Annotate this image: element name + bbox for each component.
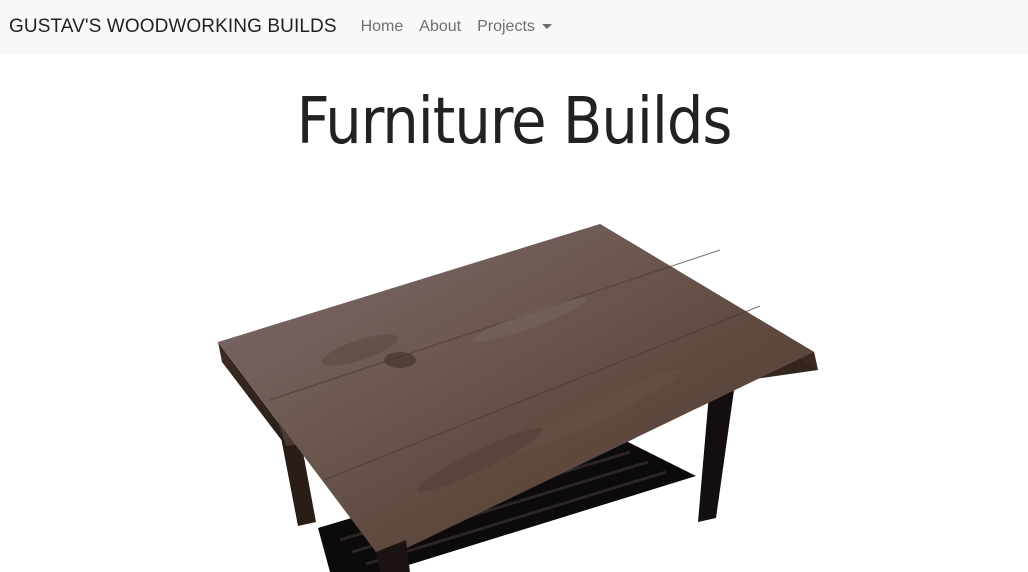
coffee-table-image [218,224,818,572]
nav-link-about[interactable]: About [419,18,461,36]
navbar: GUSTAV'S WOODWORKING BUILDS Home About P… [0,0,1028,54]
nav-links: Home About Projects [361,18,568,36]
caret-down-icon [541,23,552,29]
nav-dropdown-label: Projects [477,18,535,35]
nav-link-home[interactable]: Home [361,18,404,36]
page-title: Furniture Builds [296,85,733,159]
nav-dropdown-projects[interactable]: Projects [477,18,552,36]
brand-link[interactable]: GUSTAV'S WOODWORKING BUILDS [9,16,337,38]
